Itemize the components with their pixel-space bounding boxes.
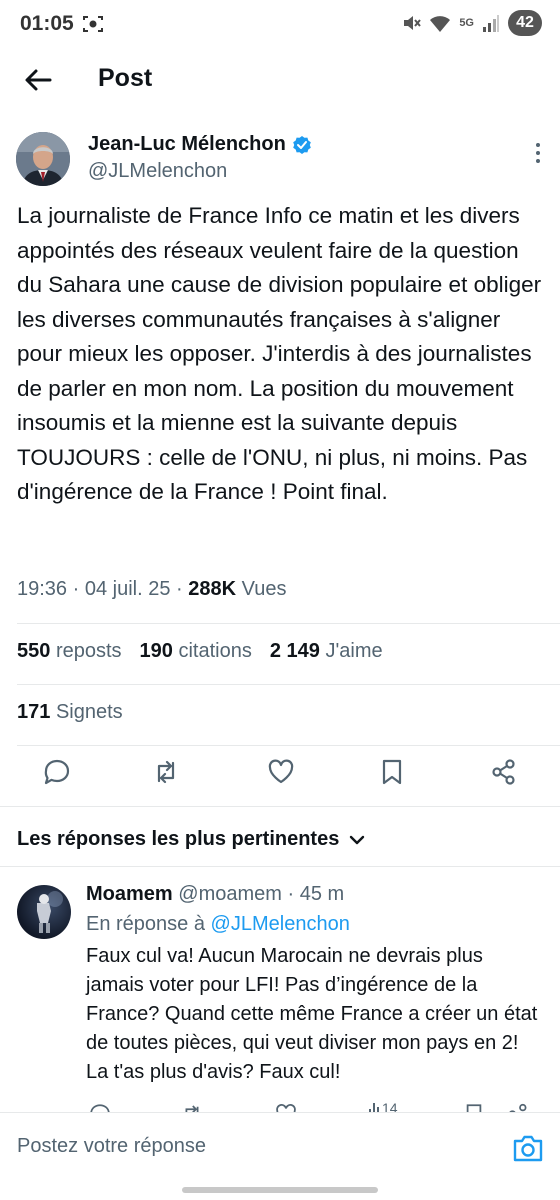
reply-author-handle[interactable]: @moamem [178,883,282,905]
page-title: Post [98,64,153,92]
reply-input[interactable]: Postez votre réponse [17,1135,206,1158]
reply-icon[interactable] [42,757,72,787]
reply-text: Faux cul va! Aucun Marocain ne devrais p… [86,945,538,1083]
tweet-action-bar [0,757,560,793]
likes-label: J'aime [325,640,383,662]
quotes-stat[interactable]: 190 citations [140,640,252,663]
bookmark-icon[interactable] [377,757,407,787]
replies-sort-label: Les réponses les plus pertinentes [17,828,340,850]
back-arrow-icon[interactable] [22,64,54,96]
views-label: Vues [241,578,287,600]
author-name-row[interactable]: Jean-Luc Mélenchon [88,133,312,156]
author-handle[interactable]: @JLMelenchon [88,160,227,183]
tweet-date: 04 juil. 25 [84,578,171,600]
quotes-count: 190 [139,640,173,662]
like-icon[interactable] [266,757,296,787]
wifi-icon [430,16,451,32]
bookmarks-count: 171 [17,701,51,723]
chevron-down-icon [350,835,365,844]
bookmarks-label: Signets [55,701,123,723]
views-count: 288K [188,578,237,600]
reposts-label: reposts [55,640,122,662]
status-time: 01:05 [20,12,74,35]
home-indicator[interactable] [182,1187,378,1193]
network-label: 5G [459,17,474,29]
replies-sort-dropdown[interactable]: Les réponses les plus pertinentes [17,828,365,851]
tweet-meta: 19:36 · 04 juil. 25 · 288K Vues [17,578,287,600]
quotes-label: citations [178,640,252,662]
reposts-count: 550 [17,640,51,662]
top-bar: Post [0,50,560,110]
more-options-icon[interactable] [528,140,548,166]
camera-icon[interactable] [512,1133,544,1163]
divider [17,684,560,685]
divider [17,623,560,624]
divider [0,806,560,807]
mute-icon [404,16,422,30]
screen-record-icon [83,16,103,32]
reply-author-name[interactable]: Moamem [86,883,173,905]
tweet-time: 19:36 [17,578,68,600]
reply-composer: Postez votre réponse [0,1112,560,1200]
share-icon[interactable] [489,757,519,787]
reply-age: 45 m [299,883,345,905]
likes-count: 2 149 [269,640,320,662]
likes-stat[interactable]: 2 149 J'aime [270,640,383,663]
engagement-stats: 550 reposts 190 citations 2 149 J'aime [17,640,383,663]
bookmarks-stat[interactable]: 171 Signets [17,701,123,724]
author-name[interactable]: Jean-Luc Mélenchon [88,133,286,156]
status-bar: 01:05 5G 42 [0,0,560,50]
reply-context: En réponse à @JLMelenchon [86,913,350,936]
divider [0,866,560,867]
author-avatar[interactable] [16,132,70,186]
reposts-stat[interactable]: 550 reposts [17,640,122,663]
tweet-text: La journaliste de France Info ce matin e… [17,203,542,504]
reply-to-handle-link[interactable]: @JLMelenchon [211,913,350,935]
reply-avatar[interactable] [17,885,71,939]
verified-badge-icon [293,135,311,154]
divider [17,745,560,746]
repost-icon[interactable] [151,757,181,787]
battery-badge: 42 [508,10,542,36]
signal-icon [483,15,499,32]
reply-to-prefix: En réponse à [86,913,205,935]
reply-header: Moamem @moamem · 45 m [86,883,345,905]
